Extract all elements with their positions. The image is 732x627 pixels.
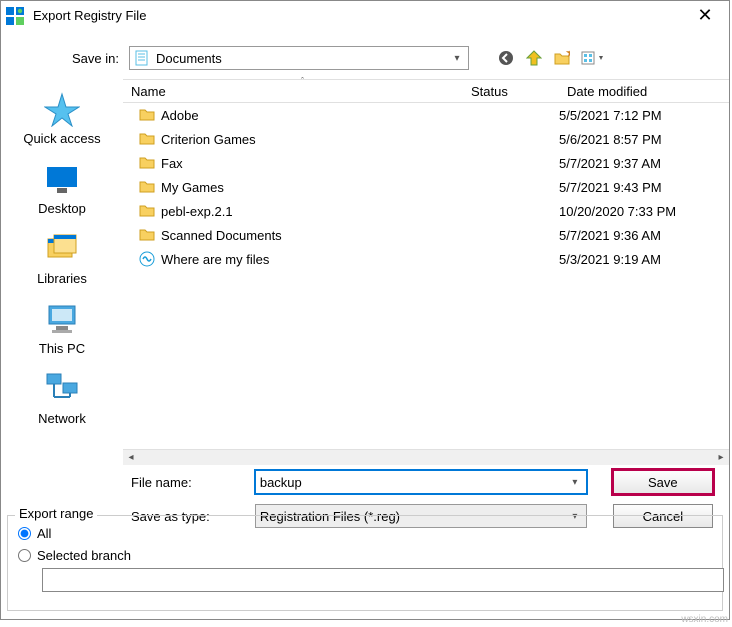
file-date: 5/7/2021 9:36 AM bbox=[559, 228, 729, 243]
body: Quick access Desktop Libraries bbox=[1, 75, 729, 465]
file-row[interactable]: My Games 5/7/2021 9:43 PM bbox=[123, 175, 729, 199]
quick-access-icon bbox=[44, 91, 80, 127]
place-this-pc[interactable]: This PC bbox=[1, 293, 123, 363]
recent-icon[interactable] bbox=[523, 47, 545, 69]
dialog-window: Export Registry File ✕ Save in: Document… bbox=[0, 0, 730, 620]
file-date: 10/20/2020 7:33 PM bbox=[559, 204, 729, 219]
place-label: Desktop bbox=[38, 201, 86, 216]
file-row[interactable]: Fax 5/7/2021 9:37 AM bbox=[123, 151, 729, 175]
radio-all-row[interactable]: All bbox=[18, 522, 712, 544]
save-in-row: Save in: Documents ▾ ★ bbox=[1, 41, 729, 75]
libraries-icon bbox=[44, 231, 80, 267]
folder-icon bbox=[139, 107, 155, 123]
file-row[interactable]: Criterion Games 5/6/2021 8:57 PM bbox=[123, 127, 729, 151]
back-icon[interactable] bbox=[495, 47, 517, 69]
place-desktop[interactable]: Desktop bbox=[1, 153, 123, 223]
scroll-left-icon[interactable]: ◂ bbox=[123, 452, 139, 463]
scroll-right-icon[interactable]: ▸ bbox=[713, 452, 729, 463]
toolbar: ★ bbox=[495, 47, 609, 69]
file-row[interactable]: Adobe 5/5/2021 7:12 PM bbox=[123, 103, 729, 127]
svg-text:★: ★ bbox=[565, 50, 570, 60]
filename-label: File name: bbox=[1, 475, 255, 490]
file-name: Scanned Documents bbox=[161, 228, 282, 243]
folder-icon bbox=[139, 131, 155, 147]
file-row[interactable]: pebl-exp.2.1 10/20/2020 7:33 PM bbox=[123, 199, 729, 223]
registry-icon bbox=[5, 6, 25, 26]
file-name: My Games bbox=[161, 180, 224, 195]
place-libraries[interactable]: Libraries bbox=[1, 223, 123, 293]
place-label: Quick access bbox=[23, 131, 100, 146]
filename-input[interactable] bbox=[260, 475, 568, 490]
this-pc-icon bbox=[44, 301, 80, 337]
radio-selected-label: Selected branch bbox=[37, 548, 131, 563]
chevron-down-icon: ▾ bbox=[450, 53, 464, 64]
save-in-select[interactable]: Documents ▾ bbox=[129, 46, 469, 70]
place-network[interactable]: Network bbox=[1, 363, 123, 433]
file-rows: Adobe 5/5/2021 7:12 PM Criterion Games 5/6/… bbox=[123, 103, 729, 449]
sort-indicator-icon: ˆ bbox=[301, 76, 304, 86]
horizontal-scrollbar[interactable]: ◂ ▸ bbox=[123, 449, 729, 465]
save-in-value: Documents bbox=[156, 51, 450, 66]
file-name: Where are my files bbox=[161, 252, 269, 267]
save-button[interactable]: Save bbox=[613, 470, 713, 494]
desktop-icon bbox=[44, 161, 80, 197]
folder-icon bbox=[139, 227, 155, 243]
documents-icon bbox=[134, 50, 150, 66]
folder-icon bbox=[139, 179, 155, 195]
window-title: Export Registry File bbox=[33, 8, 685, 23]
file-date: 5/6/2021 8:57 PM bbox=[559, 132, 729, 147]
save-in-label: Save in: bbox=[1, 51, 129, 66]
new-folder-icon[interactable]: ★ bbox=[551, 47, 573, 69]
network-icon bbox=[44, 371, 80, 407]
export-range-group: Export range All Selected branch bbox=[7, 515, 723, 611]
place-quick-access[interactable]: Quick access bbox=[1, 83, 123, 153]
column-status[interactable]: Status bbox=[463, 80, 559, 102]
filename-input-wrap[interactable]: ▾ bbox=[255, 470, 587, 494]
file-date: 5/7/2021 9:43 PM bbox=[559, 180, 729, 195]
column-name[interactable]: Name bbox=[123, 80, 463, 102]
views-icon[interactable] bbox=[579, 47, 609, 69]
watermark: wsxin.com bbox=[681, 614, 728, 625]
file-name: Adobe bbox=[161, 108, 199, 123]
file-date: 5/7/2021 9:37 AM bbox=[559, 156, 729, 171]
export-range-legend: Export range bbox=[15, 506, 97, 521]
radio-selected-branch[interactable] bbox=[18, 549, 31, 562]
place-label: This PC bbox=[39, 341, 85, 356]
radio-all[interactable] bbox=[18, 527, 31, 540]
file-list: ˆ Name Status Date modified Adobe 5/5/202… bbox=[123, 75, 729, 465]
place-label: Libraries bbox=[37, 271, 87, 286]
file-name: Fax bbox=[161, 156, 183, 171]
file-name: pebl-exp.2.1 bbox=[161, 204, 233, 219]
file-row[interactable]: Scanned Documents 5/7/2021 9:36 AM bbox=[123, 223, 729, 247]
places-bar: Quick access Desktop Libraries bbox=[1, 75, 123, 465]
folder-icon bbox=[139, 155, 155, 171]
place-label: Network bbox=[38, 411, 86, 426]
radio-all-label: All bbox=[37, 526, 51, 541]
close-button[interactable]: ✕ bbox=[685, 1, 725, 31]
branch-input[interactable] bbox=[42, 568, 724, 592]
titlebar: Export Registry File ✕ bbox=[1, 1, 729, 31]
column-date[interactable]: Date modified bbox=[559, 80, 729, 102]
file-row[interactable]: Where are my files 5/3/2021 9:19 AM bbox=[123, 247, 729, 271]
file-name: Criterion Games bbox=[161, 132, 256, 147]
chevron-down-icon[interactable]: ▾ bbox=[568, 477, 582, 488]
file-date: 5/5/2021 7:12 PM bbox=[559, 108, 729, 123]
filename-row: File name: ▾ Save bbox=[1, 465, 729, 499]
file-date: 5/3/2021 9:19 AM bbox=[559, 252, 729, 267]
folder-icon bbox=[139, 203, 155, 219]
radio-selected-row[interactable]: Selected branch bbox=[18, 544, 712, 566]
link-icon bbox=[139, 251, 155, 267]
column-headers: ˆ Name Status Date modified bbox=[123, 79, 729, 103]
